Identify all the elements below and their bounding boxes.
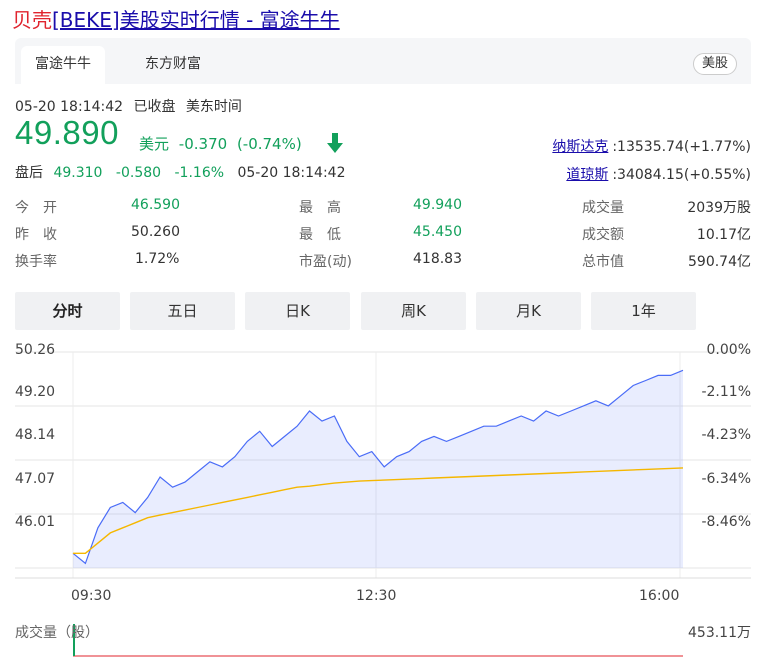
price-change: 美元 -0.370 (-0.74%) bbox=[139, 133, 307, 154]
tab-futu[interactable]: 富途牛牛 bbox=[21, 46, 105, 84]
stock-card: 富途牛牛 东方财富 美股 05-20 18:14:42 已收盘 美东时间 49.… bbox=[15, 38, 751, 658]
prev-close-label: 昨 收 bbox=[15, 227, 57, 243]
tab-weekly-k[interactable]: 周K bbox=[361, 292, 466, 330]
intraday-chart: 50.26 49.20 48.14 47.07 46.01 0.00% -2.1… bbox=[15, 338, 751, 658]
nasdaq-link[interactable]: 纳斯达克 bbox=[552, 139, 608, 155]
price-chart-svg bbox=[15, 351, 751, 657]
timezone-label: 美东时间 bbox=[185, 99, 242, 115]
after-hours-time: 05-20 18:14:42 bbox=[237, 165, 346, 181]
volume-title: 成交量（股） bbox=[15, 625, 99, 641]
current-price: 49.890 bbox=[15, 114, 119, 151]
volume-label: 成交量 bbox=[582, 200, 624, 216]
volume-max: 453.11万 bbox=[688, 625, 751, 641]
title-link[interactable]: [BEKE]美股实时行情 - 富途牛牛 bbox=[52, 8, 340, 32]
pe-value: 418.83 bbox=[413, 251, 462, 267]
mktcap-label: 总市值 bbox=[582, 254, 624, 270]
y-tick-right: 0.00% bbox=[706, 342, 751, 358]
y-tick-right: -6.34% bbox=[701, 471, 751, 487]
tab-monthly-k[interactable]: 月K bbox=[476, 292, 581, 330]
high-label: 最 高 bbox=[299, 200, 341, 216]
after-hours-percent: -1.16% bbox=[174, 165, 225, 181]
y-tick-left: 47.07 bbox=[15, 471, 56, 487]
after-hours-quote: 盘后 49.310 -0.580 -1.16% 05-20 18:14:42 bbox=[15, 162, 346, 182]
volume-bars bbox=[73, 624, 683, 657]
y-tick-right: -2.11% bbox=[701, 384, 751, 400]
period-tabs: 分时 五日 日K 周K 月K 1年 bbox=[15, 292, 751, 330]
quote-datetime: 05-20 18:14:42 bbox=[15, 99, 124, 115]
stats-row: 昨 收 50.260 最 低 45.450 成交额 10.17亿 bbox=[15, 224, 751, 246]
y-tick-left: 50.26 bbox=[15, 342, 56, 358]
change-value: -0.370 bbox=[178, 135, 228, 153]
index-nasdaq: 纳斯达克:13535.74(+1.77%) bbox=[552, 136, 751, 156]
after-hours-change: -0.580 bbox=[115, 165, 162, 181]
title-prefix[interactable]: 贝壳 bbox=[12, 8, 52, 32]
change-percent: (-0.74%) bbox=[236, 135, 302, 153]
dow-value: :34084.15(+0.55%) bbox=[612, 167, 751, 183]
tab-one-year[interactable]: 1年 bbox=[591, 292, 696, 330]
prev-close-value: 50.260 bbox=[131, 224, 180, 240]
y-tick-left: 46.01 bbox=[15, 514, 56, 530]
market-status: 已收盘 bbox=[133, 99, 176, 115]
tab-daily-k[interactable]: 日K bbox=[245, 292, 350, 330]
turnover-value: 1.72% bbox=[135, 251, 180, 267]
currency-label: 美元 bbox=[139, 135, 170, 153]
open-label: 今 开 bbox=[15, 200, 57, 216]
dow-link[interactable]: 道琼斯 bbox=[566, 167, 608, 183]
low-label: 最 低 bbox=[299, 227, 341, 243]
pe-label: 市盈(动) bbox=[299, 254, 352, 270]
x-tick: 16:00 bbox=[639, 588, 680, 604]
arrow-down-icon bbox=[327, 133, 343, 153]
quote-meta: 05-20 18:14:42 已收盘 美东时间 bbox=[15, 96, 248, 116]
volume-value: 2039万股 bbox=[687, 200, 751, 216]
open-value: 46.590 bbox=[131, 197, 180, 213]
stats-row: 换手率 1.72% 市盈(动) 418.83 总市值 590.74亿 bbox=[15, 251, 751, 273]
low-value: 45.450 bbox=[413, 224, 462, 240]
page-title[interactable]: 贝壳[BEKE]美股实时行情 - 富途牛牛 bbox=[12, 4, 340, 33]
y-tick-right: -8.46% bbox=[701, 514, 751, 530]
source-tab-bar: 富途牛牛 东方财富 美股 bbox=[15, 38, 751, 84]
amount-label: 成交额 bbox=[582, 227, 624, 243]
y-tick-left: 48.14 bbox=[15, 427, 56, 443]
after-hours-label: 盘后 bbox=[15, 165, 43, 181]
high-value: 49.940 bbox=[413, 197, 462, 213]
y-tick-right: -4.23% bbox=[701, 427, 751, 443]
tab-intraday[interactable]: 分时 bbox=[15, 292, 120, 330]
tab-eastmoney[interactable]: 东方财富 bbox=[131, 46, 215, 84]
x-tick: 12:30 bbox=[356, 588, 397, 604]
y-tick-left: 49.20 bbox=[15, 384, 56, 400]
index-dow: 道琼斯:34084.15(+0.55%) bbox=[566, 164, 751, 184]
after-hours-price: 49.310 bbox=[53, 165, 103, 181]
mktcap-value: 590.74亿 bbox=[688, 254, 751, 270]
market-badge: 美股 bbox=[692, 53, 737, 75]
stats-row: 今 开 46.590 最 高 49.940 成交量 2039万股 bbox=[15, 197, 751, 219]
turnover-label: 换手率 bbox=[15, 254, 57, 270]
nasdaq-value: :13535.74(+1.77%) bbox=[612, 139, 751, 155]
amount-value: 10.17亿 bbox=[696, 227, 751, 243]
price-area-fill bbox=[73, 370, 683, 568]
x-tick: 09:30 bbox=[71, 588, 112, 604]
tab-five-day[interactable]: 五日 bbox=[130, 292, 235, 330]
